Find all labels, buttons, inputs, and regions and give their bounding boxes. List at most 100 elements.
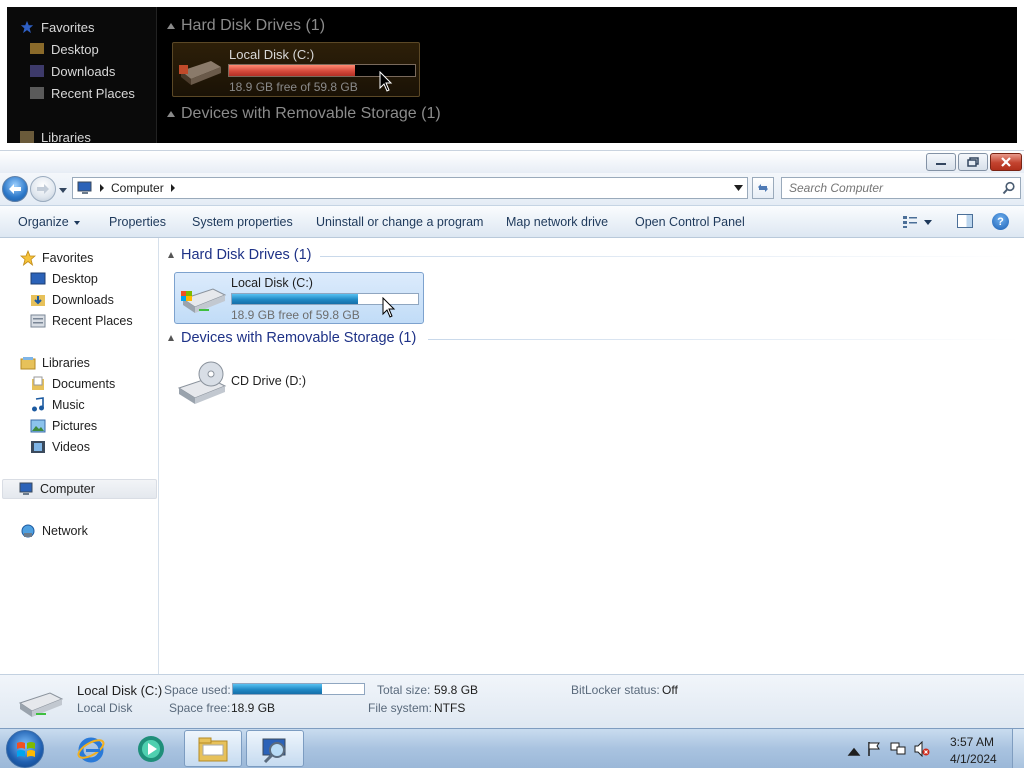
space-free-value: 18.9 GB	[231, 701, 276, 715]
mouse-cursor-icon	[382, 297, 396, 318]
magnifier-lens: Favorites Desktop Downloads Recent Place…	[7, 7, 1017, 143]
total-size-value: 59.8 GB	[434, 683, 479, 697]
nav-videos[interactable]: Videos	[30, 437, 90, 457]
search-input[interactable]	[782, 178, 992, 198]
title-bar[interactable]	[0, 150, 1024, 173]
nav-pictures[interactable]: Pictures	[30, 416, 97, 436]
bitlocker-label: BitLocker status:	[571, 683, 660, 697]
search-box[interactable]	[781, 177, 1021, 199]
mag-nav-downloads: Downloads	[29, 61, 115, 81]
recent-pages-dropdown-icon[interactable]	[58, 185, 68, 195]
mag-group-hard-disk: Hard Disk Drives (1)	[167, 17, 325, 35]
details-pane: Local Disk (C:) Local Disk Space used: S…	[0, 674, 1024, 728]
navigation-bar: Computer	[0, 173, 1024, 205]
view-options-icon	[903, 216, 917, 228]
windows-logo-icon	[17, 742, 35, 757]
nav-documents[interactable]: Documents	[30, 374, 115, 394]
group-divider	[320, 256, 1020, 257]
help-icon: ?	[997, 215, 1004, 228]
chevron-right-icon[interactable]	[170, 184, 176, 192]
close-button[interactable]	[990, 153, 1022, 171]
nav-network[interactable]: Network	[20, 521, 88, 541]
refresh-icon	[758, 184, 768, 192]
space-used-label: Space used:	[164, 683, 231, 697]
group-removable-storage[interactable]: Devices with Removable Storage (1)	[168, 330, 416, 346]
taskbar-windows-explorer[interactable]	[184, 730, 242, 767]
taskbar-magnifier[interactable]	[246, 730, 304, 767]
command-bar: Organize Properties System properties Un…	[0, 205, 1024, 238]
properties-button[interactable]: Properties	[109, 215, 166, 229]
nav-recent-places[interactable]: Recent Places	[30, 311, 133, 331]
breadcrumb-computer[interactable]: Computer	[111, 181, 164, 195]
collapse-triangle-icon	[167, 23, 175, 29]
hard-drive-icon	[18, 692, 64, 717]
file-system-value: NTFS	[434, 701, 466, 715]
chevron-right-icon[interactable]	[99, 184, 105, 192]
computer-icon	[77, 181, 92, 194]
mag-nav-libraries: Libraries	[19, 127, 91, 143]
taskbar-internet-explorer[interactable]	[62, 730, 120, 767]
collapse-triangle-icon	[168, 335, 174, 341]
back-button[interactable]	[2, 176, 28, 202]
nav-downloads[interactable]: Downloads	[30, 290, 114, 310]
start-button[interactable]	[6, 730, 44, 768]
details-drive-name: Local Disk (C:)	[77, 683, 163, 698]
mag-nav-desktop: Desktop	[29, 39, 99, 59]
pictures-icon	[30, 419, 46, 433]
chevron-down-icon	[73, 220, 80, 225]
network-status-icon[interactable]	[890, 741, 906, 757]
arrow-left-icon	[9, 184, 21, 194]
nav-libraries[interactable]: Libraries	[20, 353, 90, 373]
uninstall-program-button[interactable]: Uninstall or change a program	[316, 215, 483, 229]
action-center-flag-icon[interactable]	[866, 741, 882, 757]
desktop-icon	[30, 43, 44, 54]
nav-desktop[interactable]: Desktop	[30, 269, 98, 289]
documents-icon	[32, 376, 44, 390]
nav-music[interactable]: Music	[30, 395, 85, 415]
change-view-button[interactable]	[902, 214, 938, 230]
show-hidden-icons-icon[interactable]	[846, 743, 862, 759]
folder-icon	[198, 737, 228, 761]
address-history-dropdown[interactable]	[731, 181, 745, 195]
address-bar[interactable]: Computer	[72, 177, 748, 199]
internet-explorer-icon	[77, 737, 105, 762]
refresh-button[interactable]	[752, 177, 774, 199]
bitlocker-value: Off	[662, 683, 678, 697]
mouse-cursor-icon	[379, 71, 393, 92]
collapse-triangle-icon	[167, 111, 175, 117]
volume-muted-icon[interactable]	[914, 741, 930, 757]
show-desktop-button[interactable]	[1012, 729, 1024, 768]
taskbar: 3:57 AM 4/1/2024	[0, 728, 1024, 768]
clock-time[interactable]: 3:57 AM	[950, 735, 994, 749]
help-button[interactable]: ?	[992, 213, 1009, 230]
organize-menu[interactable]: Organize	[18, 215, 80, 229]
restore-button[interactable]	[958, 153, 988, 171]
drive-cd-d[interactable]: CD Drive (D:)	[174, 358, 334, 408]
map-network-drive-button[interactable]: Map network drive	[506, 215, 608, 229]
mag-disk-usage-fill	[229, 65, 356, 76]
details-drive-type: Local Disk	[77, 701, 133, 715]
cd-drive-icon	[177, 361, 227, 404]
media-player-icon	[138, 735, 164, 762]
explorer-window: Computer Organize Properties System prop…	[0, 150, 1024, 728]
preview-pane-button[interactable]	[957, 214, 973, 228]
drive-local-disk-c[interactable]: Local Disk (C:) 18.9 GB free of 59.8 GB	[174, 272, 424, 324]
nav-computer[interactable]: Computer	[2, 479, 157, 499]
mag-nav-recent-places: Recent Places	[29, 83, 135, 103]
navigation-pane: Favorites Desktop Downloads Recent Place…	[0, 238, 159, 674]
chevron-down-icon	[733, 185, 743, 191]
desktop-icon	[30, 272, 46, 285]
taskbar-media-player[interactable]	[122, 730, 180, 767]
system-properties-button[interactable]: System properties	[192, 215, 293, 229]
music-note-icon	[32, 397, 44, 412]
minimize-button[interactable]	[926, 153, 956, 171]
network-icon	[21, 524, 35, 538]
file-system-label: File system:	[368, 701, 433, 715]
nav-favorites[interactable]: Favorites	[20, 248, 93, 268]
group-hard-disk-drives[interactable]: Hard Disk Drives (1)	[168, 247, 312, 263]
mag-group-removable: Devices with Removable Storage (1)	[167, 105, 441, 123]
search-icon[interactable]	[1002, 181, 1016, 195]
clock-date[interactable]: 4/1/2024	[950, 752, 997, 766]
open-control-panel-button[interactable]: Open Control Panel	[635, 215, 745, 229]
forward-button[interactable]	[30, 176, 56, 202]
